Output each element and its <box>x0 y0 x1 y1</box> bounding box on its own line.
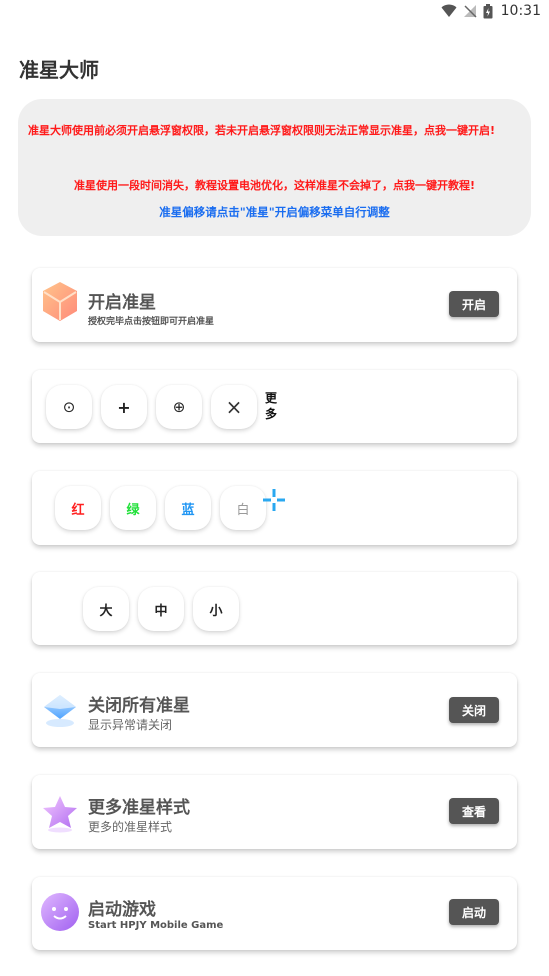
status-bar: 10:31 <box>0 0 549 26</box>
style-dot-circle-button[interactable]: ⊙ <box>46 385 92 429</box>
battery-optimization-notice[interactable]: 准星使用一段时间消失，教程设置电池优化，这样准星不会掉了，点我一键开教程! <box>18 177 531 193</box>
enable-button[interactable]: 开启 <box>449 291 499 317</box>
crosshair-size-card: 大 中 小 <box>32 572 517 645</box>
close-all-card: 关闭所有准星 显示异常请关闭 关闭 <box>32 673 517 747</box>
close-button[interactable]: 关闭 <box>449 697 499 723</box>
notice-panel: 准星大师使用前必须开启悬浮窗权限，若未开启悬浮窗权限则无法正常显示准星，点我一键… <box>18 99 531 236</box>
color-white-button[interactable]: 白 <box>220 486 266 530</box>
start-game-card: 启动游戏 Start HPJY Mobile Game 启动 <box>32 877 517 950</box>
game-card-subtitle: Start HPJY Mobile Game <box>88 920 224 931</box>
close-card-title: 关闭所有准星 <box>88 696 190 716</box>
more-styles-card: 更多准星样式 更多的准星样式 查看 <box>32 775 517 849</box>
no-signal-icon <box>463 4 477 18</box>
game-card-title: 启动游戏 <box>88 900 156 920</box>
enable-card-subtitle: 授权完毕点击按钮即可开启准星 <box>88 317 215 327</box>
size-large-button[interactable]: 大 <box>83 587 129 631</box>
smiley-icon <box>40 892 80 932</box>
star-icon <box>40 793 80 833</box>
color-red-button[interactable]: 红 <box>55 486 101 530</box>
enable-card-title: 开启准星 <box>88 293 156 313</box>
crosshair-color-card: 红 绿 蓝 白 <box>32 471 517 545</box>
cube-icon <box>40 280 80 321</box>
more-card-subtitle: 更多的准星样式 <box>88 820 173 834</box>
size-small-button[interactable]: 小 <box>193 587 239 631</box>
size-medium-button[interactable]: 中 <box>138 587 184 631</box>
app-title: 准星大师 <box>19 58 99 82</box>
crosshair-preview-icon <box>263 489 285 515</box>
style-cross-button[interactable]: × <box>211 385 257 429</box>
enable-crosshair-card: 开启准星 授权完毕点击按钮即可开启准星 开启 <box>32 268 517 342</box>
close-card-subtitle: 显示异常请关闭 <box>88 718 173 732</box>
more-card-title: 更多准星样式 <box>88 798 190 818</box>
wifi-icon <box>441 4 457 18</box>
more-styles-link[interactable]: 更多 <box>265 390 281 422</box>
status-time: 10:31 <box>500 3 541 19</box>
overlay-permission-notice[interactable]: 准星大师使用前必须开启悬浮窗权限，若未开启悬浮窗权限则无法正常显示准星，点我一键… <box>28 123 522 139</box>
color-green-button[interactable]: 绿 <box>110 486 156 530</box>
style-plus-button[interactable]: + <box>101 385 147 429</box>
start-game-button[interactable]: 启动 <box>449 899 499 925</box>
color-blue-button[interactable]: 蓝 <box>165 486 211 530</box>
battery-charging-icon <box>483 3 493 19</box>
style-circle-plus-button[interactable]: ⊕ <box>156 385 202 429</box>
diamond-icon <box>40 689 80 729</box>
offset-hint: 准星偏移请点击"准星"开启偏移菜单自行调整 <box>159 205 390 219</box>
crosshair-style-card: ⊙ + ⊕ × 更多 <box>32 370 517 443</box>
view-button[interactable]: 查看 <box>449 798 499 824</box>
